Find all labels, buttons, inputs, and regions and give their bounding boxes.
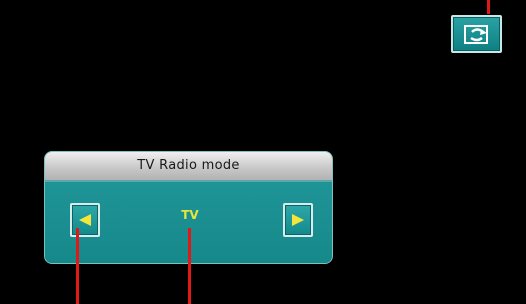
screen: TV Radio mode TV — [0, 0, 526, 304]
back-button[interactable] — [451, 15, 502, 53]
callout-line — [188, 228, 191, 304]
callout-line — [76, 228, 79, 304]
arrow-left-icon — [79, 214, 91, 226]
callout-line — [487, 0, 490, 14]
dialog-title: TV Radio mode — [45, 152, 332, 182]
return-icon — [464, 25, 488, 44]
arrow-right-icon — [292, 214, 304, 226]
current-mode-value: TV — [181, 208, 199, 222]
next-mode-button[interactable] — [283, 203, 313, 237]
previous-mode-button[interactable] — [70, 203, 100, 237]
